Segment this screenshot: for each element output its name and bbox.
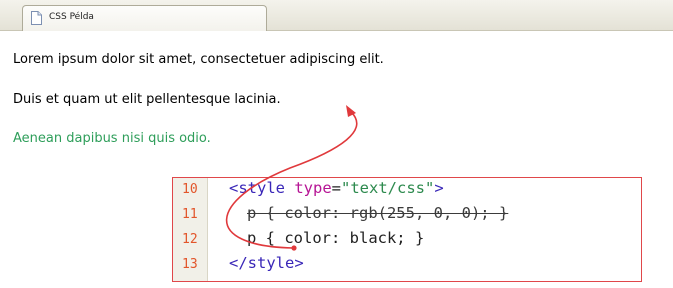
- tab-bar: CSS Példa: [0, 0, 673, 31]
- code-token-value: "text/css": [341, 179, 435, 197]
- code-token-equals: =: [331, 179, 342, 197]
- code-line-10: 10 <style type="text/css">: [173, 179, 641, 203]
- code-text: <style type="text/css">: [229, 179, 444, 197]
- code-text: </style>: [229, 254, 304, 272]
- paragraph-2: Duis et quam ut elit pellentesque lacini…: [13, 92, 281, 107]
- line-number: 10: [182, 182, 198, 197]
- paragraph-3: Aenean dapibus nisi quis odio.: [13, 131, 211, 146]
- code-token-tag-close: >: [434, 179, 444, 197]
- tab-title: CSS Példa: [49, 12, 94, 22]
- code-line-12: 12 p { color: black; }: [173, 229, 641, 253]
- page-icon: [31, 11, 42, 25]
- line-number: 12: [182, 232, 198, 247]
- line-number: 11: [182, 207, 198, 222]
- code-token-attribute: type: [285, 179, 332, 197]
- browser-tab[interactable]: CSS Példa: [22, 5, 267, 31]
- code-text: p { color: black; }: [247, 229, 425, 247]
- annotation-arrowhead: [346, 105, 356, 117]
- code-line-13: 13 </style>: [173, 254, 641, 278]
- code-text-struck: p { color: rgb(255, 0, 0); }: [247, 204, 509, 222]
- code-token-tag-open: <style: [229, 179, 285, 197]
- code-snippet: 10 <style type="text/css"> 11 p { color:…: [172, 177, 642, 282]
- line-number: 13: [182, 257, 198, 272]
- paragraph-1: Lorem ipsum dolor sit amet, consectetuer…: [13, 52, 384, 67]
- code-line-11: 11 p { color: rgb(255, 0, 0); }: [173, 204, 641, 228]
